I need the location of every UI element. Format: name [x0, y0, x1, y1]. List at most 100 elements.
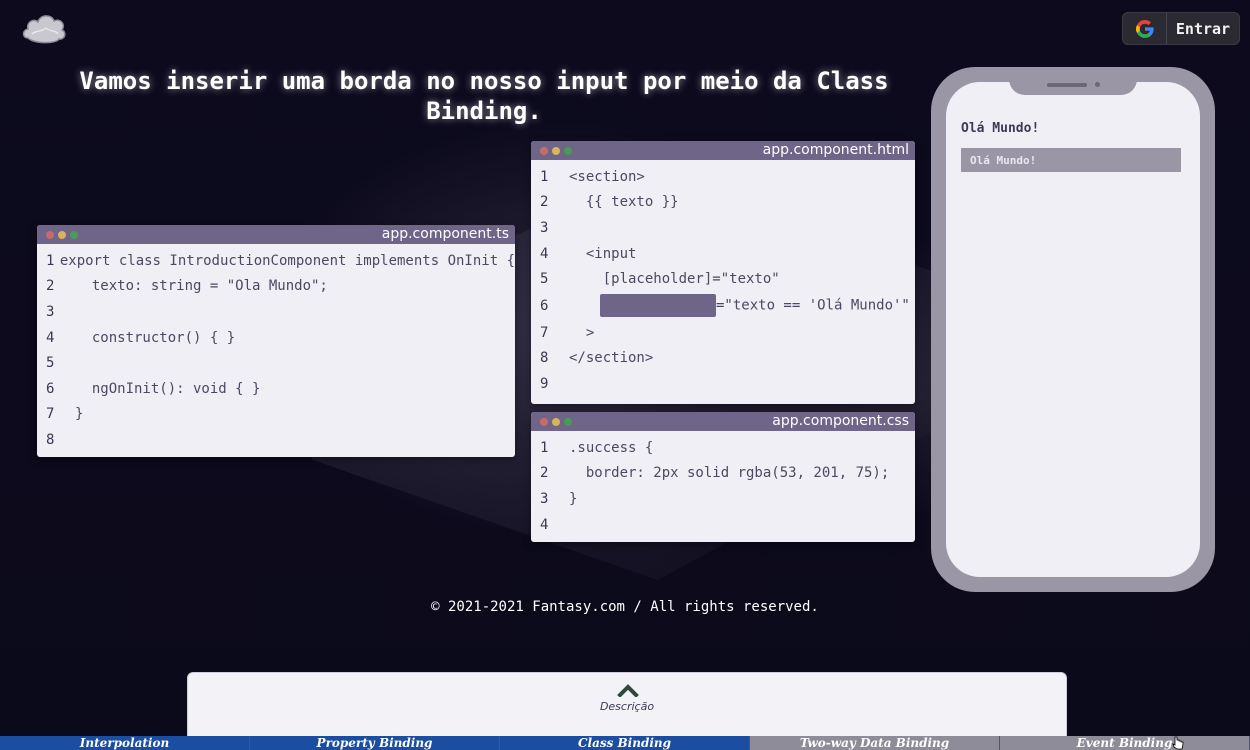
line-code: .success { — [569, 439, 654, 456]
code-line: 1 <section> — [531, 164, 915, 190]
code-block: 1 .success { 2 border: 2px solid rgba(53,… — [531, 431, 915, 537]
line-code: export class IntroductionComponent imple… — [59, 252, 515, 269]
description-label: Descrição — [599, 700, 655, 713]
window-filename: app.component.css — [772, 413, 909, 429]
line-code: constructor() { } — [75, 329, 236, 346]
line-number: 1 — [540, 168, 549, 185]
close-dot-icon — [46, 231, 54, 239]
close-dot-icon — [540, 418, 548, 426]
code-line: 8 </section> — [531, 346, 915, 372]
code-line: 3} — [531, 486, 915, 512]
line-number: 6 — [46, 380, 55, 397]
code-line: 3 — [37, 299, 515, 325]
window-filename: app.component.html — [762, 142, 909, 158]
html-code-window: app.component.html 1 <section> 2 {{ texto… — [531, 141, 915, 404]
css-code-window: app.component.css 1 .success { 2 border: … — [531, 412, 915, 542]
line-number: 7 — [46, 406, 55, 423]
login-label: Entrar — [1175, 19, 1231, 38]
preview-input[interactable] — [961, 148, 1181, 172]
code-line: 3 — [531, 215, 915, 241]
window-titlebar: app.component.html — [531, 141, 915, 160]
phone-notch — [1009, 67, 1137, 95]
code-line: 2 border: 2px solid rgba(53, 201, 75); — [531, 461, 915, 487]
line-code: </section> — [569, 350, 654, 367]
code-line: 4 <input — [531, 241, 915, 267]
tab-interpolation[interactable]: Interpolation — [0, 736, 250, 750]
line-number: 2 — [46, 278, 55, 295]
line-number: 5 — [46, 355, 55, 372]
login-button[interactable]: Entrar — [1122, 12, 1240, 45]
minimize-dot-icon — [58, 231, 66, 239]
line-number: 8 — [46, 431, 55, 448]
code-line: 9 — [531, 371, 915, 397]
line-code: texto: string = "Ola Mundo"; — [75, 278, 328, 295]
code-line: 8 — [37, 427, 515, 453]
code-line: 7} — [37, 402, 515, 428]
tab-class-binding[interactable]: Class Binding — [500, 736, 750, 750]
window-controls — [540, 418, 572, 426]
line-code: } — [569, 490, 578, 507]
window-titlebar: app.component.css — [531, 412, 915, 431]
code-line: 1 export class IntroductionComponent impl… — [37, 248, 515, 274]
code-line: 6 ="texto == 'Olá Mundo'" — [531, 292, 915, 320]
page-title: Vamos inserir uma borda no nosso input p… — [79, 67, 889, 125]
minimize-dot-icon — [552, 147, 560, 155]
footer-copyright: © 2021-2021 Fantasy.com / All rights res… — [431, 599, 819, 615]
line-number: 9 — [540, 375, 549, 392]
window-controls — [46, 231, 78, 239]
tab-two-way-data-binding[interactable]: Two-way Data Binding — [750, 736, 1000, 750]
hand-cursor-icon — [1172, 736, 1184, 750]
line-code: <input — [569, 245, 637, 262]
code-line: 2 texto: string = "Ola Mundo"; — [37, 274, 515, 300]
line-code: border: 2px solid rgba(53, 201, 75); — [569, 465, 890, 482]
ts-code-window: app.component.ts 1 export class Introduct… — [37, 225, 515, 457]
line-number: 6 — [540, 297, 549, 314]
tab-event-binding[interactable]: Event Binding — [1000, 736, 1250, 750]
window-titlebar: app.component.ts — [37, 225, 515, 244]
line-number: 4 — [540, 516, 549, 533]
line-number: 4 — [46, 329, 55, 346]
code-block: 1 <section> 2 {{ texto }} 3 4 <input 5 [p… — [531, 160, 915, 397]
line-code: > — [569, 324, 595, 341]
window-filename: app.component.ts — [381, 226, 509, 242]
phone-preview: Olá Mundo! — [931, 67, 1215, 592]
camera-icon — [1095, 82, 1100, 87]
line-number: 2 — [540, 194, 549, 211]
tab-property-binding[interactable]: Property Binding — [250, 736, 500, 750]
google-icon — [1123, 13, 1167, 44]
line-number: 5 — [540, 271, 549, 288]
line-code: {{ texto }} — [569, 194, 679, 211]
code-line: 5 — [37, 350, 515, 376]
line-number: 1 — [46, 252, 55, 269]
line-number: 7 — [540, 324, 549, 341]
code-line: 4 — [531, 512, 915, 538]
window-controls — [540, 147, 572, 155]
maximize-dot-icon — [70, 231, 78, 239]
line-code: } — [75, 406, 84, 423]
code-line: 2 {{ texto }} — [531, 190, 915, 216]
maximize-dot-icon — [564, 418, 572, 426]
code-blank-drop-zone[interactable] — [600, 294, 716, 318]
speaker-icon — [1047, 83, 1087, 87]
line-number: 8 — [540, 350, 549, 367]
line-code: ="texto == 'Olá Mundo'" — [716, 297, 910, 314]
line-number: 2 — [540, 465, 549, 482]
line-number: 3 — [46, 303, 55, 320]
maximize-dot-icon — [564, 147, 572, 155]
code-line: 5 [placeholder]="texto" — [531, 266, 915, 292]
line-number: 3 — [540, 490, 549, 507]
lesson-tabs: Interpolation Property Binding Class Bin… — [0, 736, 1250, 750]
close-dot-icon — [540, 147, 548, 155]
preview-text: Olá Mundo! — [961, 121, 1040, 136]
line-code: ngOnInit(): void { } — [75, 380, 261, 397]
code-line: 1 .success { — [531, 435, 915, 461]
line-code: <section> — [569, 168, 645, 185]
code-block: 1 export class IntroductionComponent impl… — [37, 244, 515, 453]
line-code: [placeholder]="texto" — [569, 271, 780, 288]
chevron-up-icon[interactable] — [617, 683, 639, 697]
line-number: 4 — [540, 245, 549, 262]
cloud-logo-icon[interactable] — [20, 8, 68, 46]
code-line: 6 ngOnInit(): void { } — [37, 376, 515, 402]
line-number: 3 — [540, 219, 549, 236]
code-line: 4 constructor() { } — [37, 325, 515, 351]
